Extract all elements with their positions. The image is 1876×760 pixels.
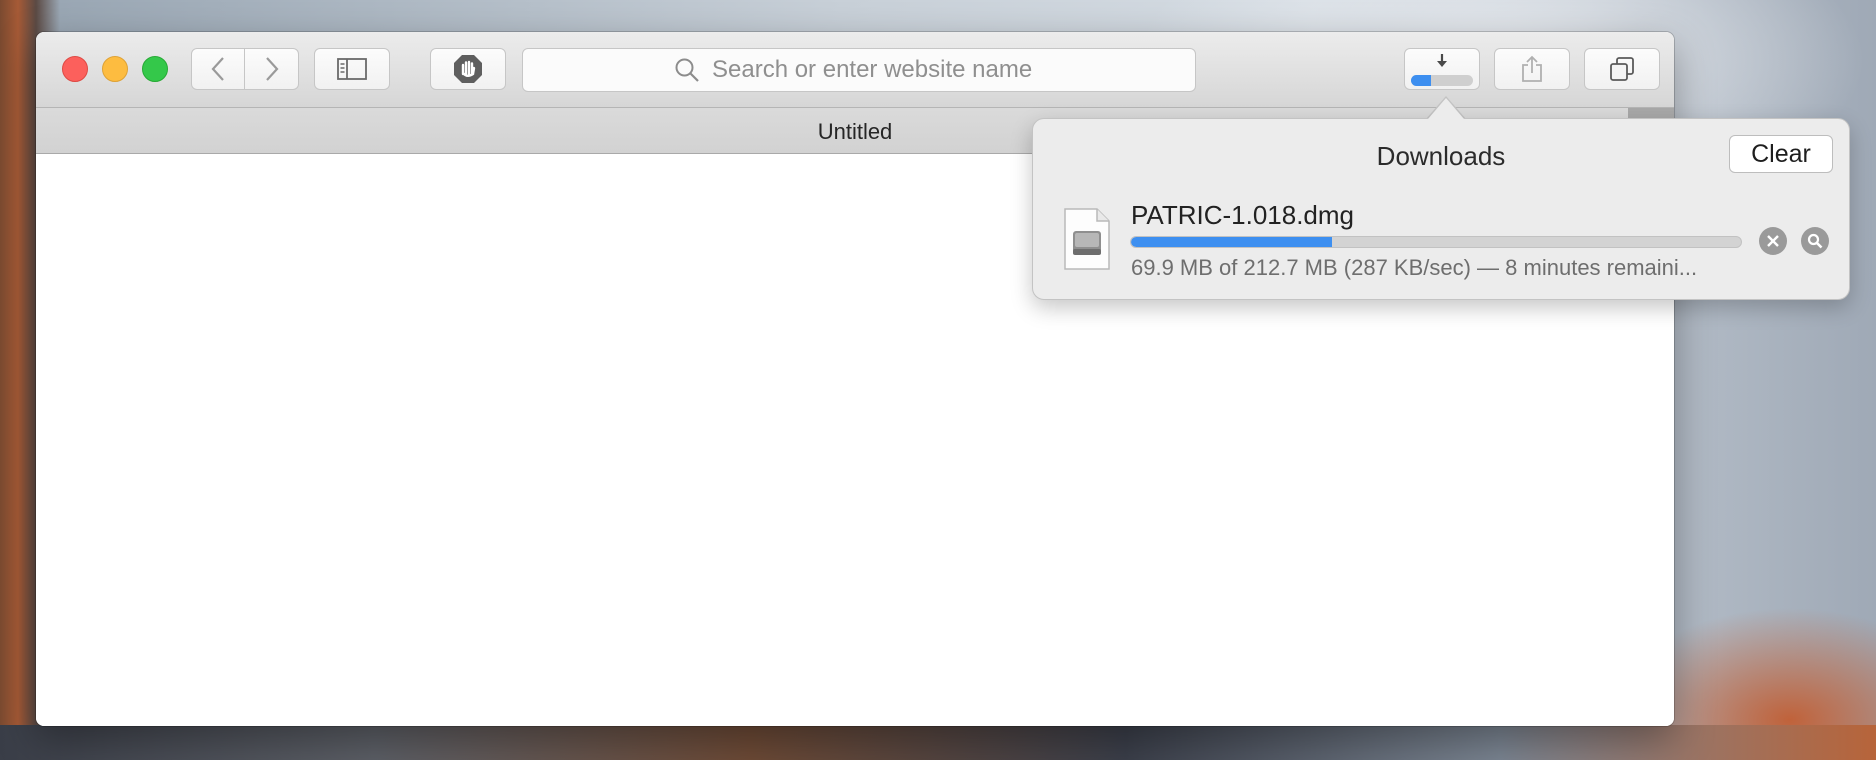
close-icon (1767, 235, 1779, 247)
cancel-download-button[interactable] (1759, 227, 1787, 255)
stop-hand-icon (454, 55, 482, 83)
desktop-wallpaper (0, 725, 1876, 760)
downloads-title: Downloads (1376, 141, 1506, 171)
popover-arrow-fill (1428, 98, 1464, 119)
download-progress-bar (1130, 236, 1742, 248)
tabs-overview-icon (1610, 57, 1634, 81)
download-status-text: 69.9 MB of 212.7 MB (287 KB/sec) — 8 min… (1131, 255, 1698, 280)
downloads-button[interactable] (1404, 48, 1480, 90)
minimize-window-button[interactable] (102, 56, 128, 82)
download-progress-fill (1131, 237, 1333, 247)
download-arrow-icon (1437, 53, 1447, 67)
sidebar-icon (337, 58, 367, 80)
address-input[interactable] (710, 55, 1044, 85)
search-icon (675, 58, 699, 82)
download-file-name[interactable]: PATRIC-1.018.dmg (1131, 200, 1354, 231)
share-button[interactable] (1494, 48, 1570, 90)
sidebar-toggle-button[interactable] (314, 48, 390, 90)
show-all-tabs-button[interactable] (1584, 48, 1660, 90)
adblock-extension-button[interactable] (430, 48, 506, 90)
reveal-in-finder-button[interactable] (1801, 227, 1829, 255)
magnifier-icon (1807, 233, 1823, 249)
close-window-button[interactable] (62, 56, 88, 82)
disk-image-file-icon (1064, 208, 1110, 270)
back-button[interactable] (191, 48, 245, 90)
zoom-window-button[interactable] (142, 56, 168, 82)
share-icon (1522, 55, 1542, 82)
chevron-right-icon (265, 57, 278, 81)
address-bar[interactable] (522, 48, 1196, 92)
downloads-popover: Downloads Clear PATRIC-1.018.dmg 69.9 MB… (1032, 118, 1850, 300)
toolbar-download-progress (1411, 74, 1473, 86)
chevron-left-icon (211, 57, 224, 81)
clear-downloads-button[interactable]: Clear (1729, 135, 1833, 173)
forward-button[interactable] (245, 48, 299, 90)
toolbar-download-progress-fill (1411, 74, 1432, 86)
